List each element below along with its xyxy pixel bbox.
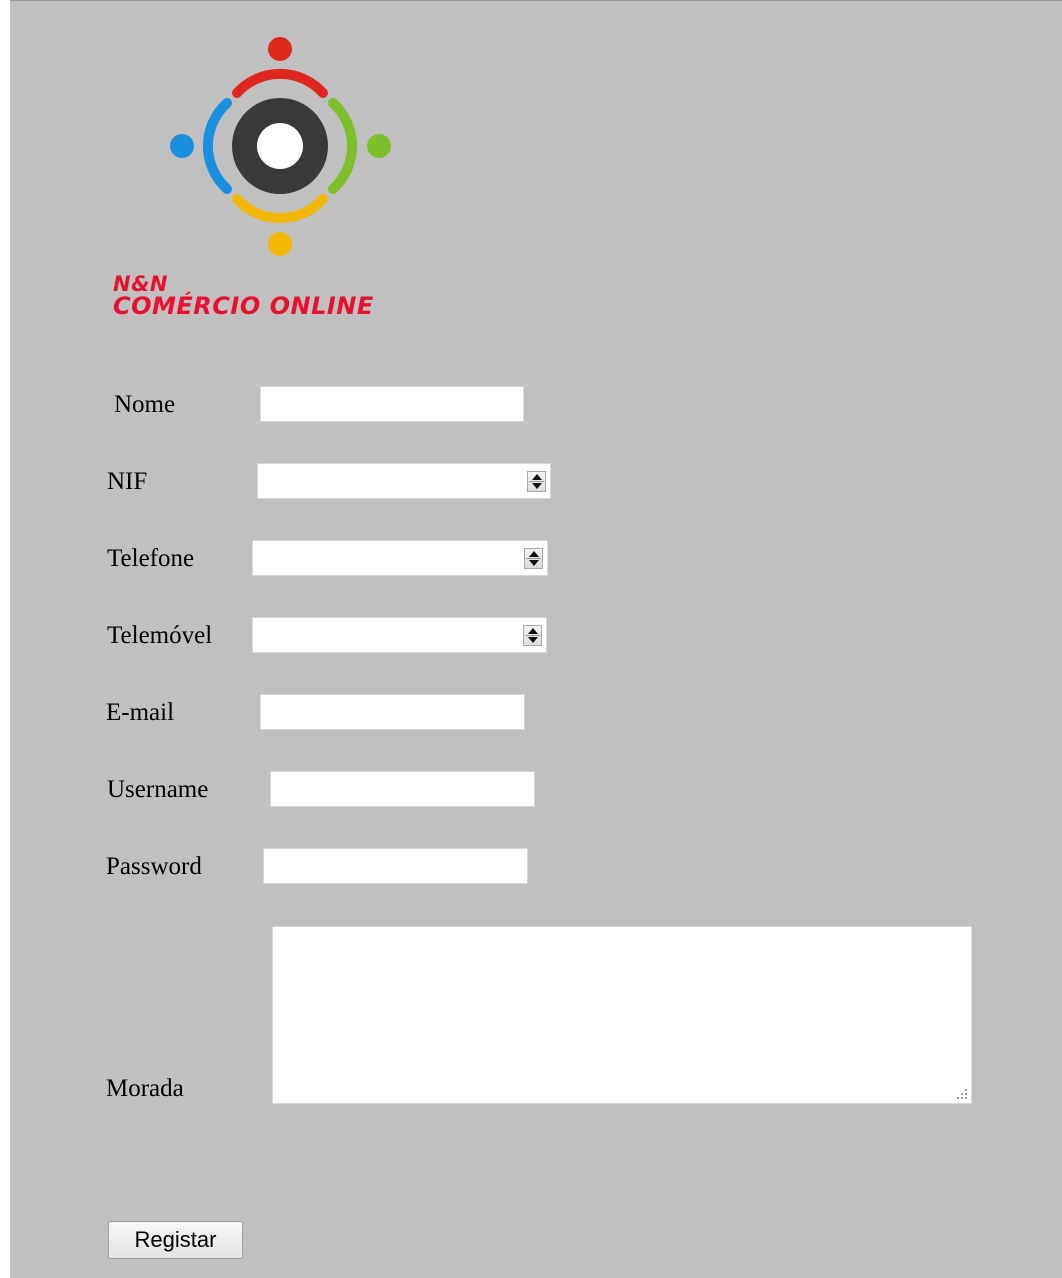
community-circle-logo <box>155 31 400 266</box>
password-label: Password <box>106 853 202 880</box>
nif-input[interactable] <box>258 464 550 498</box>
morada-label: Morada <box>106 1075 184 1102</box>
telefone-input[interactable] <box>253 541 547 575</box>
telefone-label: Telefone <box>107 545 195 572</box>
nome-field-box <box>260 386 524 422</box>
nome-input[interactable] <box>261 387 523 421</box>
spinner-divider <box>529 481 544 482</box>
username-input[interactable] <box>271 772 534 806</box>
email-label: E-mail <box>106 699 175 726</box>
registration-page: N&N COMÉRCIO ONLINE Nome NIF Telefone Te… <box>10 0 1062 1278</box>
brand-line-2: COMÉRCIO ONLINE <box>113 292 374 320</box>
password-input[interactable] <box>264 849 527 883</box>
username-field-box <box>270 771 535 807</box>
telemovel-label: Telemóvel <box>107 622 213 649</box>
morada-field-box <box>272 926 972 1104</box>
telemovel-spinner[interactable] <box>523 625 542 646</box>
telefone-field-box <box>252 540 548 576</box>
spinner-divider <box>525 635 540 636</box>
email-input[interactable] <box>261 695 524 729</box>
morada-textarea[interactable] <box>273 927 971 1103</box>
password-field-box <box>263 848 528 884</box>
telemovel-field-box <box>252 617 547 653</box>
spinner-divider <box>526 558 541 559</box>
resize-grip-icon[interactable] <box>956 1088 968 1100</box>
email-field-box <box>260 694 525 730</box>
nif-spinner[interactable] <box>527 471 546 492</box>
nif-field-box <box>257 463 551 499</box>
telefone-spinner[interactable] <box>524 548 543 569</box>
telemovel-input[interactable] <box>253 618 546 652</box>
brand-name: N&N COMÉRCIO ONLINE <box>113 273 374 320</box>
nome-label: Nome <box>114 391 176 418</box>
registar-button[interactable]: Registar <box>108 1221 243 1259</box>
nif-label: NIF <box>107 468 148 495</box>
username-label: Username <box>107 776 209 803</box>
